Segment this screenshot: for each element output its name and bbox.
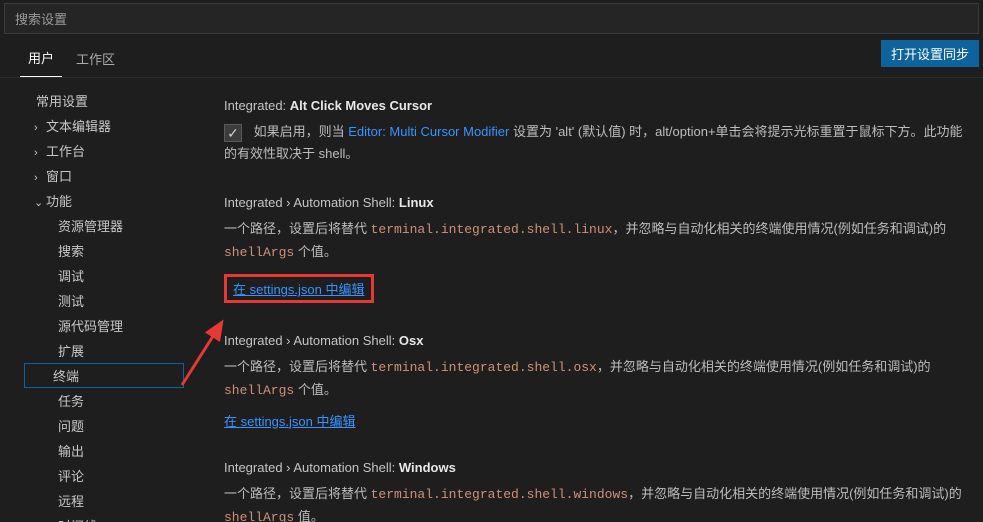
desc-text: 一个路径，设置后将替代 [224,221,371,236]
sidebar-item-测试[interactable]: 测试 [30,288,184,313]
open-settings-sync-button[interactable]: 打开设置同步 [881,40,979,67]
sidebar-item-调试[interactable]: 调试 [30,263,184,288]
sidebar-item-label: 窗口 [46,169,72,184]
highlight-annotation: 在 settings.json 中编辑 [224,274,374,303]
sidebar-item-label: 调试 [58,269,84,284]
setting-alt-click-moves-cursor: Integrated: Alt Click Moves Cursor ✓ 如果启… [224,98,963,165]
desc-text: ，并忽略与自动化相关的终端使用情况(例如任务和调试)的 [628,486,962,501]
sidebar-item-源代码管理[interactable]: 源代码管理 [30,313,184,338]
sidebar-item-评论[interactable]: 评论 [30,463,184,488]
code-literal: terminal.integrated.shell.windows [371,487,628,502]
settings-content: Integrated: Alt Click Moves Cursor ✓ 如果启… [184,78,983,522]
setting-category: Integrated › Automation Shell: [224,333,399,348]
desc-text: 个值。 [294,382,337,397]
sidebar-item-label: 评论 [58,469,84,484]
code-literal: shellArgs [224,245,294,260]
desc-text: 如果启用，则当 [254,124,349,139]
desc-text: 个值。 [294,244,337,259]
code-literal: terminal.integrated.shell.linux [371,222,613,237]
sidebar-item-label: 测试 [58,294,84,309]
sidebar-item-label: 资源管理器 [58,219,123,234]
code-literal: shellArgs [224,510,294,522]
sidebar-item-资源管理器[interactable]: 资源管理器 [30,213,184,238]
setting-automation-shell-linux: Integrated › Automation Shell: Linux 一个路… [224,195,963,303]
setting-category: Integrated: [224,98,290,113]
code-literal: shellArgs [224,383,294,398]
settings-tree: 常用设置›文本编辑器›工作台›窗口⌄功能资源管理器搜索调试测试源代码管理扩展终端… [0,78,184,522]
setting-name: Alt Click Moves Cursor [290,98,432,113]
desc-text: ，并忽略与自动化相关的终端使用情况(例如任务和调试)的 [612,221,946,236]
tab-workspace[interactable]: 工作区 [68,43,123,77]
chevron-icon: › [34,147,46,159]
editor-multi-cursor-modifier-link[interactable]: Editor: Multi Cursor Modifier [348,124,509,139]
setting-automation-shell-windows: Integrated › Automation Shell: Windows 一… [224,460,963,522]
search-settings-input[interactable]: 搜索设置 [4,3,979,34]
setting-category: Integrated › Automation Shell: [224,195,399,210]
sidebar-item-输出[interactable]: 输出 [30,438,184,463]
chevron-icon: › [34,172,46,184]
chevron-icon: ⌄ [34,196,46,209]
sidebar-item-远程[interactable]: 远程 [30,488,184,513]
sidebar-item-任务[interactable]: 任务 [30,388,184,413]
setting-automation-shell-osx: Integrated › Automation Shell: Osx 一个路径，… [224,333,963,429]
sidebar-item-label: 扩展 [58,344,84,359]
sidebar-item-时间线[interactable]: 时间线 [30,513,184,522]
edit-in-settings-json-link[interactable]: 在 settings.json 中编辑 [224,411,356,430]
sidebar-item-功能[interactable]: ⌄功能 [30,188,184,213]
sidebar-item-搜索[interactable]: 搜索 [30,238,184,263]
sidebar-item-label: 问题 [58,419,84,434]
setting-name: Linux [399,195,434,210]
code-literal: 'alt' [556,124,575,139]
desc-text: 一个路径，设置后将替代 [224,359,371,374]
edit-in-settings-json-link[interactable]: 在 settings.json 中编辑 [233,279,365,298]
tab-user[interactable]: 用户 [20,42,62,77]
sidebar-item-扩展[interactable]: 扩展 [30,338,184,363]
sidebar-item-label: 任务 [58,394,84,409]
sidebar-item-常用设置[interactable]: 常用设置 [30,88,184,113]
sidebar-item-文本编辑器[interactable]: ›文本编辑器 [30,113,184,138]
sidebar-item-窗口[interactable]: ›窗口 [30,163,184,188]
sidebar-item-label: 文本编辑器 [46,119,111,134]
sidebar-item-工作台[interactable]: ›工作台 [30,138,184,163]
setting-name: Osx [399,333,424,348]
scope-tabs: 用户 工作区 打开设置同步 [0,34,983,78]
sidebar-item-label: 功能 [46,194,72,209]
sidebar-item-label: 工作台 [46,144,85,159]
code-literal: terminal.integrated.shell.osx [371,360,597,375]
sidebar-item-label: 远程 [58,494,84,509]
sidebar-item-label: 常用设置 [36,94,88,109]
desc-text: 值。 [294,509,324,522]
sidebar-item-终端[interactable]: 终端 [24,363,184,388]
desc-text: 一个路径，设置后将替代 [224,486,371,501]
sidebar-item-问题[interactable]: 问题 [30,413,184,438]
sidebar-item-label: 源代码管理 [58,319,123,334]
sidebar-item-label: 搜索 [58,244,84,259]
desc-text: 设置为 [509,124,555,139]
chevron-icon: › [34,122,46,134]
setting-category: Integrated › Automation Shell: [224,460,399,475]
sidebar-item-label: 终端 [53,369,79,384]
checkbox[interactable]: ✓ [224,124,242,142]
setting-name: Windows [399,460,456,475]
desc-text: ，并忽略与自动化相关的终端使用情况(例如任务和调试)的 [597,359,931,374]
sidebar-item-label: 输出 [58,444,84,459]
